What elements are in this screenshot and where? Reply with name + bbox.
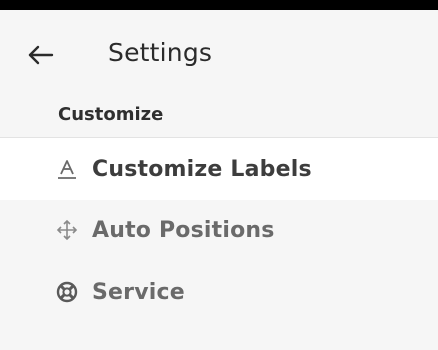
move-arrows-icon xyxy=(54,217,80,243)
back-button[interactable] xyxy=(26,44,56,70)
lifebuoy-icon xyxy=(54,279,80,305)
header: Settings xyxy=(0,10,438,100)
menu-item-label: Auto Positions xyxy=(92,217,275,243)
text-label-icon xyxy=(54,156,80,182)
menu-item-auto-positions[interactable]: Auto Positions xyxy=(0,199,438,261)
section-header-customize: Customize xyxy=(58,104,164,125)
arrow-left-icon xyxy=(28,45,54,69)
menu-item-label: Customize Labels xyxy=(92,156,312,182)
menu-item-customize-labels[interactable]: Customize Labels xyxy=(0,138,438,200)
page-title: Settings xyxy=(108,38,213,67)
menu-item-service[interactable]: Service xyxy=(0,261,438,323)
menu-item-label: Service xyxy=(92,279,185,305)
top-strip xyxy=(0,0,438,10)
